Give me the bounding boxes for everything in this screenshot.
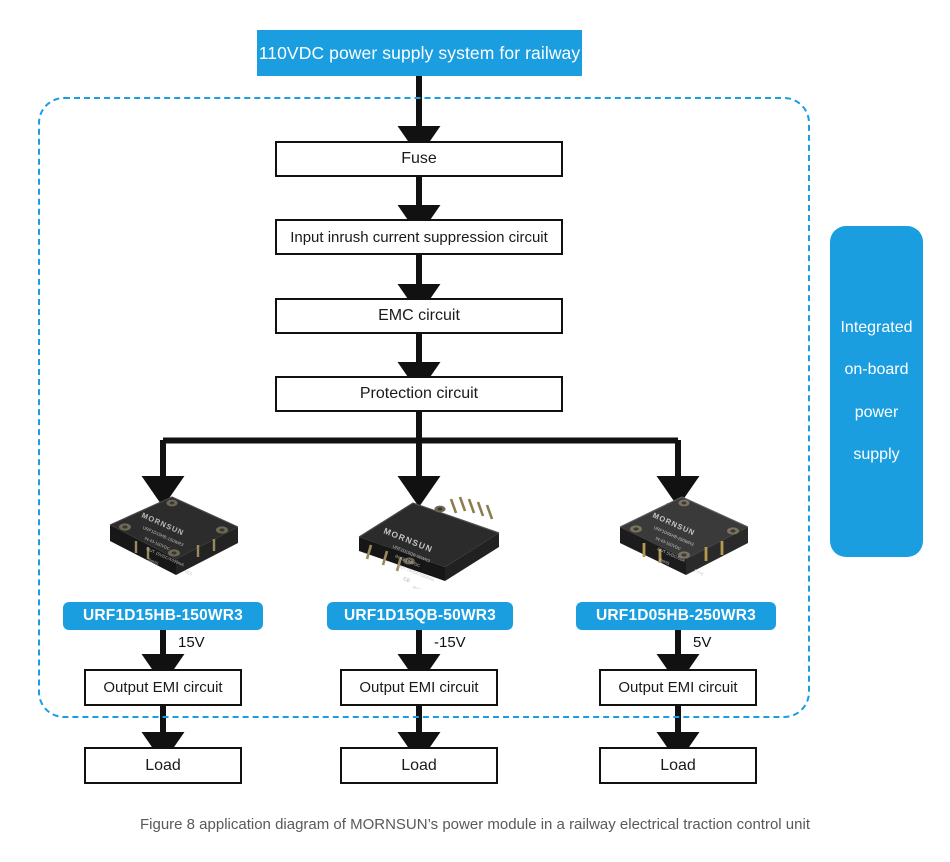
process-box-emc: EMC circuit [275,298,563,334]
process-box-protection: Protection circuit [275,376,563,412]
figure-caption: Figure 8 application diagram of MORNSUN’… [139,816,810,833]
load-box-1-label: Load [145,756,181,774]
voltage-label-3: 5V [693,634,712,651]
load-box-1: Load [84,747,242,784]
product-tag-3-label: URF1D05HB-250WR3 [596,607,756,624]
system-title-text: 110VDC power supply system for railway [258,42,581,63]
product-tag-3: URF1D05HB-250WR3 [576,602,776,630]
output-emi-box-3-label: Output EMI circuit [618,679,738,696]
product-tag-2-label: URF1D15QB-50WR3 [343,607,496,624]
product-photo-module-3: MORNSUN URF1D05HB-250WR3 IN 43-160VDC OU… [596,489,768,589]
system-title-banner: 110VDC power supply system for railway [257,30,582,76]
svg-text:TYPE: TYPE [693,568,705,577]
process-box-fuse-label: Fuse [401,150,437,167]
product-tag-1: URF1D15HB-150WR3 [63,602,263,630]
diagram-canvas: 110VDC power supply system for railway F… [0,0,950,862]
output-emi-box-1-label: Output EMI circuit [103,679,223,696]
load-box-2: Load [340,747,498,784]
svg-text:YES: YES [184,569,194,577]
process-box-inrush-label: Input inrush current suppression circuit [290,228,548,246]
load-box-3: Load [599,747,757,784]
process-box-inrush: Input inrush current suppression circuit [275,219,563,255]
voltage-label-1: 15V [178,634,205,651]
load-box-2-label: Load [401,756,437,774]
process-box-protection-label: Protection circuit [359,385,479,402]
svg-text:RoHS: RoHS [412,584,424,589]
load-box-3-label: Load [660,756,696,774]
voltage-label-2: -15V [434,634,466,651]
output-emi-box-2-label: Output EMI circuit [359,679,479,696]
panel-line-1: Integrated [840,318,913,336]
process-box-fuse: Fuse [275,141,563,177]
product-tag-2: URF1D15QB-50WR3 [327,602,513,630]
product-photo-module-2: MORNSUN URF1D15QB-50WR3 IN 43-160VDC OUT… [341,489,516,589]
panel-line-3: power [854,403,899,421]
panel-line-4: supply [853,445,900,463]
svg-text:CE: CE [402,576,411,584]
integrated-supply-panel: Integrated on-board power supply [830,226,923,557]
panel-line-2: on-board [844,361,909,379]
product-photo-module-1: MORNSUN URF1D15HB-150WR3 IN 43-160VDC OU… [86,489,256,589]
process-box-emc-label: EMC circuit [378,307,460,324]
output-emi-box-1: Output EMI circuit [84,669,242,706]
output-emi-box-3: Output EMI circuit [599,669,757,706]
output-emi-box-2: Output EMI circuit [340,669,498,706]
product-tag-1-label: URF1D15HB-150WR3 [83,607,243,624]
